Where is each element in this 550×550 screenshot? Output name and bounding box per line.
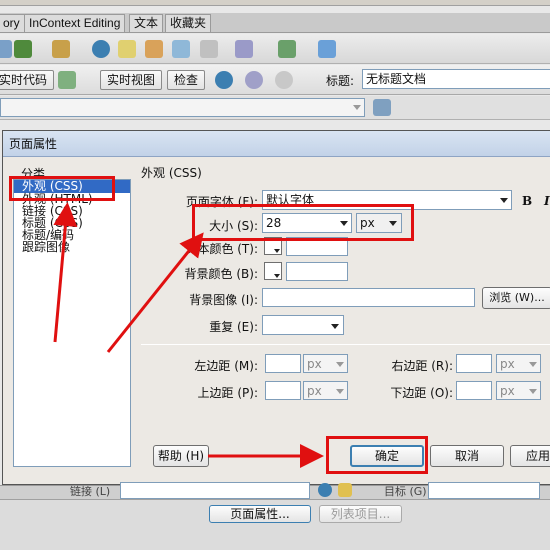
annotation-arrows (53, 202, 324, 468)
annotation-arrow-category (53, 202, 78, 343)
annotation-arrow-size (106, 232, 204, 353)
